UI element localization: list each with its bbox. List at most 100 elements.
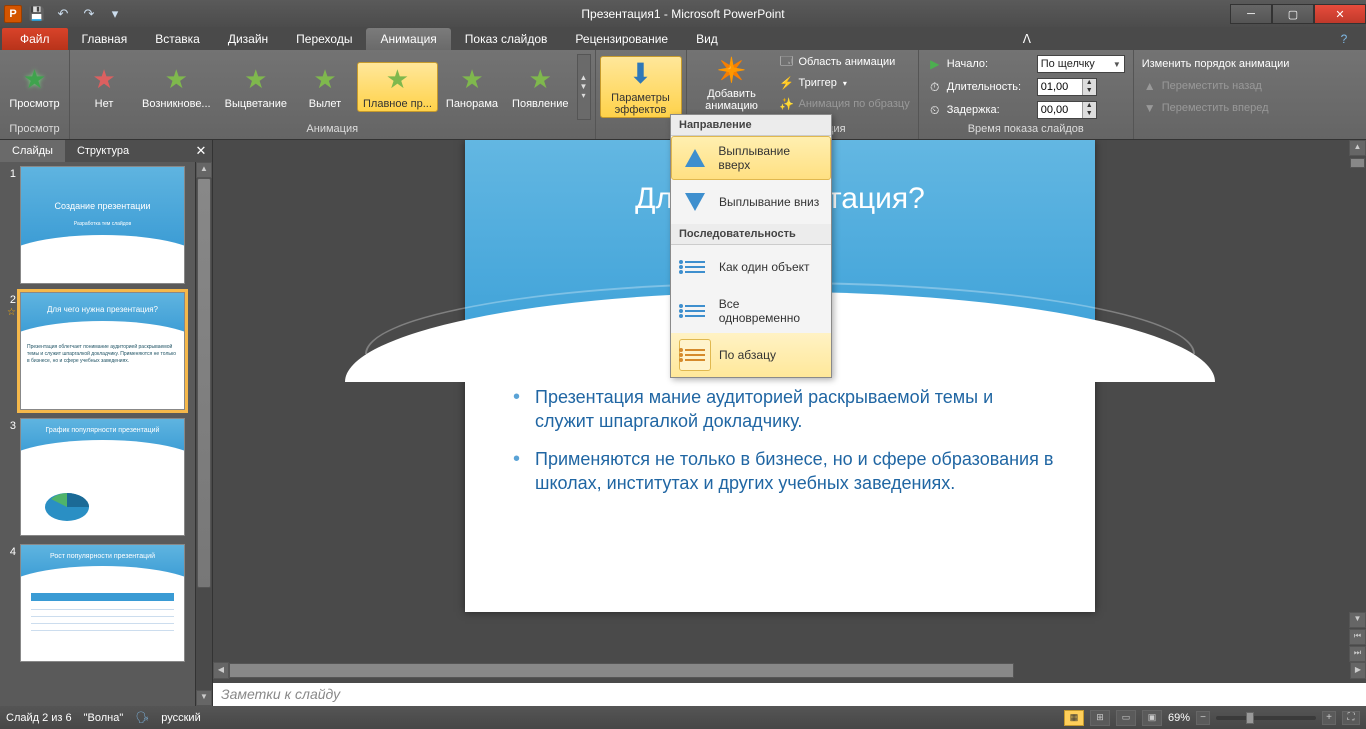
spin-up[interactable]: ▲ — [1082, 102, 1096, 110]
next-slide-button[interactable]: ⏭ — [1349, 646, 1366, 662]
qat-redo-button[interactable]: ↷ — [78, 4, 100, 24]
scroll-thumb[interactable] — [229, 663, 1014, 678]
reading-view-button[interactable]: ▭ — [1116, 710, 1136, 726]
zoom-slider[interactable] — [1216, 716, 1316, 720]
star-icon: ★ — [244, 64, 267, 95]
spin-up[interactable]: ▲ — [1082, 79, 1096, 87]
play-icon: ▶ — [927, 56, 943, 72]
arrow-up-icon — [685, 149, 705, 167]
tab-animations[interactable]: Анимация — [366, 28, 450, 50]
add-animation-button[interactable]: ✴️ Добавить анимацию — [691, 52, 773, 114]
star-icon: ★ — [92, 64, 115, 95]
qat-undo-button[interactable]: ↶ — [52, 4, 74, 24]
slide-thumbnail-3[interactable]: График популярности презентаций — [20, 418, 185, 536]
scroll-down-button[interactable]: ▼ — [1349, 612, 1366, 628]
menu-item-as-one[interactable]: Как один объект — [671, 245, 831, 289]
normal-view-button[interactable]: ▦ — [1064, 710, 1084, 726]
close-button[interactable]: ✕ — [1314, 4, 1366, 24]
maximize-button[interactable]: ▢ — [1272, 4, 1314, 24]
zoom-level[interactable]: 69% — [1168, 712, 1190, 724]
tab-insert[interactable]: Вставка — [141, 28, 214, 50]
slide-body[interactable]: Презентация мание аудиторией раскрываемо… — [513, 385, 1055, 509]
scroll-up-button[interactable]: ▲ — [1349, 140, 1366, 156]
timing-duration-row: ⏱ Длительность: ▲▼ — [923, 77, 1101, 97]
tab-view[interactable]: Вид — [682, 28, 732, 50]
tab-transitions[interactable]: Переходы — [282, 28, 366, 50]
bullet-2[interactable]: Применяются не только в бизнесе, но и сф… — [513, 447, 1055, 495]
tab-home[interactable]: Главная — [68, 28, 142, 50]
minimize-button[interactable]: ─ — [1230, 4, 1272, 24]
status-language[interactable]: русский — [161, 712, 200, 724]
menu-item-all-at-once[interactable]: Все одновременно — [671, 289, 831, 333]
scroll-left-button[interactable]: ◀ — [213, 662, 229, 679]
duration-spinner[interactable]: ▲▼ — [1037, 78, 1097, 96]
menu-item-by-paragraph[interactable]: По абзацу — [671, 333, 831, 377]
thumb-number: 4 — [10, 546, 16, 558]
preview-star-icon: ★ — [23, 64, 46, 95]
animation-effect-1[interactable]: ★Возникнове... — [136, 62, 217, 112]
slideshow-view-button[interactable]: ▣ — [1142, 710, 1162, 726]
scroll-thumb[interactable] — [1350, 158, 1365, 168]
app-icon[interactable]: P — [4, 5, 22, 23]
outline-tab[interactable]: Структура — [65, 140, 141, 162]
animation-effect-4[interactable]: ★Плавное пр... — [357, 62, 438, 112]
animation-effect-2[interactable]: ★Выцветание — [219, 62, 293, 112]
slide-thumbnail-2[interactable]: Для чего нужна презентация? Презентация … — [20, 292, 185, 410]
scroll-thumb[interactable] — [197, 178, 211, 588]
trigger-button[interactable]: ⚡Триггер▾ — [775, 73, 914, 93]
zoom-handle[interactable] — [1246, 712, 1254, 724]
duration-input[interactable] — [1038, 81, 1082, 93]
thumb-number: 3 — [10, 420, 16, 432]
start-combo[interactable]: По щелчку▼ — [1037, 55, 1125, 73]
slides-tab[interactable]: Слайды — [0, 140, 65, 162]
effect-options-button[interactable]: ⬇ Параметры эффектов — [600, 56, 682, 118]
file-tab[interactable]: Файл — [2, 28, 68, 50]
menu-item-float-down[interactable]: Выплывание вниз — [671, 180, 831, 224]
group-label-animation: Анимация — [70, 123, 595, 139]
tab-design[interactable]: Дизайн — [214, 28, 282, 50]
animation-painter-button: ✨Анимация по образцу — [775, 94, 914, 114]
zoom-in-button[interactable]: + — [1322, 711, 1336, 725]
prev-slide-button[interactable]: ⏮ — [1349, 629, 1366, 645]
gallery-more-button[interactable]: ▲▼▾ — [577, 54, 591, 120]
spin-down[interactable]: ▼ — [1082, 87, 1096, 95]
slide-thumbnail-4[interactable]: Рост популярности презентаций — [20, 544, 185, 662]
quick-access-toolbar: P 💾 ↶ ↷ ▾ — [0, 4, 126, 24]
tab-review[interactable]: Рецензирование — [561, 28, 682, 50]
add-animation-icon: ✴️ — [717, 56, 747, 85]
ribbon-minimize-button[interactable]: ᐱ — [1013, 28, 1041, 50]
animation-effect-3[interactable]: ★Вылет — [295, 62, 355, 112]
preview-button[interactable]: ★ Просмотр — [4, 62, 65, 112]
notes-pane[interactable]: Заметки к слайду — [213, 679, 1366, 706]
editor-vscrollbar[interactable]: ▲ ▼ ⏮ ⏭ — [1349, 140, 1366, 662]
bullet-1[interactable]: Презентация мание аудиторией раскрываемо… — [513, 385, 1055, 433]
qat-save-button[interactable]: 💾 — [26, 4, 48, 24]
menu-item-float-up[interactable]: Выплывание вверх — [671, 136, 831, 180]
zoom-out-button[interactable]: − — [1196, 711, 1210, 725]
qat-customize-button[interactable]: ▾ — [104, 4, 126, 24]
slide-thumbnail-1[interactable]: Создание презентации Разработка тем слай… — [20, 166, 185, 284]
timing-delay-row: ⏲ Задержка: ▲▼ — [923, 100, 1101, 120]
animation-effect-6[interactable]: ★Появление — [506, 62, 574, 112]
animation-effect-5[interactable]: ★Панорама — [440, 62, 504, 112]
panel-close-button[interactable]: ✕ — [190, 143, 212, 159]
delay-spinner[interactable]: ▲▼ — [1037, 101, 1097, 119]
tab-slideshow[interactable]: Показ слайдов — [451, 28, 562, 50]
window-title: Презентация1 - Microsoft PowerPoint — [581, 7, 784, 21]
language-icon[interactable]: 🗣 — [135, 711, 149, 724]
help-button[interactable]: ? — [1330, 28, 1358, 50]
scroll-right-button[interactable]: ▶ — [1350, 662, 1366, 679]
sorter-view-button[interactable]: ⊞ — [1090, 710, 1110, 726]
scroll-up-button[interactable]: ▲ — [196, 162, 212, 178]
animation-effect-0[interactable]: ★Нет — [74, 62, 134, 112]
editor-hscrollbar[interactable]: ◀ ▶ — [213, 662, 1366, 679]
scroll-down-button[interactable]: ▼ — [196, 690, 212, 706]
fit-to-window-button[interactable]: ⛶ — [1342, 711, 1360, 725]
spin-down[interactable]: ▼ — [1082, 110, 1096, 118]
delay-input[interactable] — [1038, 104, 1082, 116]
status-slide: Слайд 2 из 6 — [6, 712, 72, 724]
star-icon: ★ — [460, 64, 483, 95]
animation-pane-button[interactable]: 🗔Область анимации — [775, 52, 914, 72]
thumbs-scrollbar[interactable]: ▲ ▼ — [195, 162, 212, 706]
slides-panel: Слайды Структура ✕ 1 Создание презентаци… — [0, 140, 213, 706]
